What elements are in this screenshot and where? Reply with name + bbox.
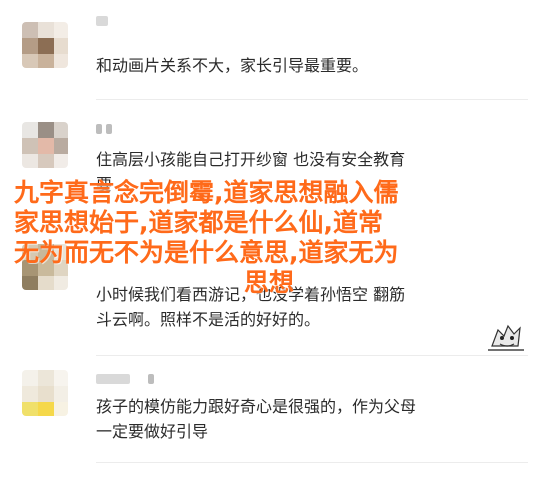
username-blurred[interactable] bbox=[96, 374, 130, 384]
username-blurred bbox=[106, 124, 112, 134]
username-blurred[interactable] bbox=[96, 16, 108, 26]
comment-line: 一定要做好引导 bbox=[96, 422, 209, 441]
headline-line: 家思想始于,道家都是什么仙,道常 bbox=[14, 208, 383, 237]
comment-item: 和动画片关系不大，家长引导最重要。 bbox=[0, 0, 550, 100]
avatar-icon[interactable] bbox=[22, 122, 68, 168]
comment-text: 孩子的模仿能力跟好奇心是很强的，作为父母 一定要做好引导 bbox=[96, 394, 521, 444]
username-blurred bbox=[148, 374, 154, 384]
headline-overlay: 九字真言念完倒霉,道家思想融入儒 家思想始于,道家都是什么仙,道常 无为而无不为… bbox=[14, 178, 540, 298]
headline-line: 思想 bbox=[244, 268, 295, 297]
comment-line: 斗云啊。照样不是活的好好的。 bbox=[96, 310, 321, 329]
avatar-icon[interactable] bbox=[22, 22, 68, 68]
headline-line: 无为而无不为是什么意思,道家无为 bbox=[14, 238, 399, 267]
username-blurred[interactable] bbox=[96, 124, 102, 134]
comment-line: 住高层小孩能自己打开纱窗 也没有安全教育 bbox=[96, 150, 406, 169]
cartoon-character-sticker-icon bbox=[488, 324, 524, 351]
divider bbox=[96, 462, 528, 463]
comment-item: 孩子的模仿能力跟好奇心是很强的，作为父母 一定要做好引导 bbox=[0, 356, 550, 477]
comment-line: 和动画片关系不大，家长引导最重要。 bbox=[96, 56, 369, 75]
headline-line: 九字真言念完倒霉,道家思想融入儒 bbox=[14, 178, 399, 207]
comment-line: 孩子的模仿能力跟好奇心是很强的，作为父母 bbox=[96, 397, 417, 416]
comment-text: 和动画片关系不大，家长引导最重要。 bbox=[96, 53, 521, 78]
avatar-icon[interactable] bbox=[22, 370, 68, 416]
